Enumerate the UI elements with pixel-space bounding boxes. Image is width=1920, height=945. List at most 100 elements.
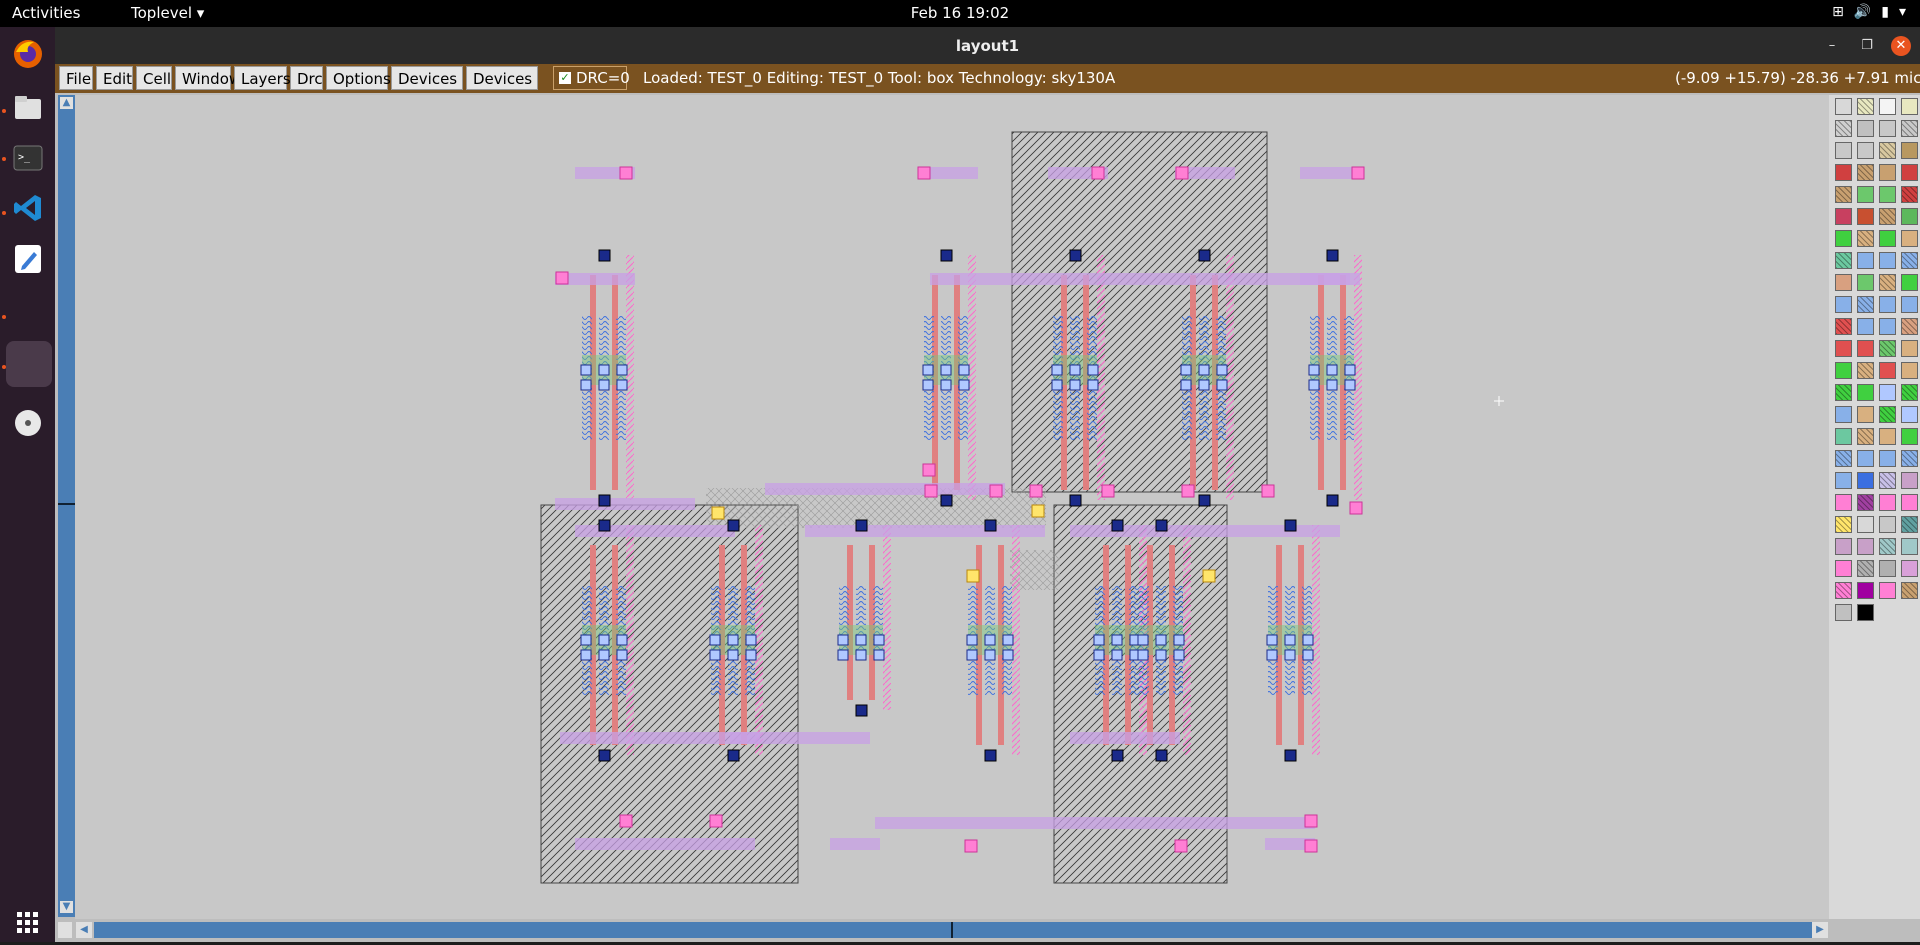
layer-palette[interactable] [1829,95,1920,919]
menu-edit[interactable]: Edit [96,66,133,90]
layer-swatch[interactable] [1901,318,1918,335]
layer-swatch[interactable] [1879,296,1896,313]
layer-swatch[interactable] [1901,516,1918,533]
layer-swatch[interactable] [1901,406,1918,423]
layer-swatch[interactable] [1879,428,1896,445]
layer-swatch[interactable] [1879,472,1896,489]
menu-devices-1[interactable]: Devices 1 [391,66,463,112]
layer-swatch[interactable] [1879,274,1896,291]
layer-swatch[interactable] [1879,340,1896,357]
layer-swatch[interactable] [1879,384,1896,401]
window-title-bar[interactable]: layout1 – ❐ ✕ [55,27,1920,64]
menu-window[interactable]: Window [175,66,241,90]
files-launcher[interactable] [6,85,50,129]
layer-swatch[interactable] [1879,208,1896,225]
layer-swatch[interactable] [1857,494,1874,511]
layer-swatch[interactable] [1835,406,1852,423]
text-editor-launcher[interactable] [6,237,50,281]
firefox-launcher[interactable] [6,32,50,76]
layer-swatch[interactable] [1901,450,1918,467]
layout-drawing-area[interactable] [75,95,1829,919]
minimize-button[interactable]: – [1822,36,1842,56]
layer-swatch[interactable] [1857,252,1874,269]
menu-drc[interactable]: Drc [290,66,323,90]
layer-swatch[interactable] [1901,384,1918,401]
layer-swatch[interactable] [1857,406,1874,423]
layer-swatch[interactable] [1857,604,1874,621]
layer-swatch[interactable] [1901,186,1918,203]
maximize-button[interactable]: ❐ [1857,36,1877,56]
layer-swatch[interactable] [1879,560,1896,577]
vscode-launcher[interactable] [6,186,50,230]
layer-swatch[interactable] [1901,230,1918,247]
layer-swatch[interactable] [1901,274,1918,291]
menu-file[interactable]: File [59,66,93,90]
scroll-thumb[interactable] [951,922,953,938]
layer-swatch[interactable] [1879,538,1896,555]
layer-swatch[interactable] [1857,142,1874,159]
layer-swatch[interactable] [1835,384,1852,401]
layer-swatch[interactable] [1879,450,1896,467]
layer-swatch[interactable] [1879,164,1896,181]
scroll-right-arrow-icon[interactable]: ▶ [1812,922,1828,938]
layer-swatch[interactable] [1879,142,1896,159]
layer-swatch[interactable] [1835,208,1852,225]
clock[interactable]: Feb 16 19:02 [0,4,1920,22]
layer-swatch[interactable] [1835,472,1852,489]
layer-swatch[interactable] [1857,208,1874,225]
layer-swatch[interactable] [1857,362,1874,379]
scroll-left-arrow-icon[interactable]: ◀ [76,922,92,938]
layer-swatch[interactable] [1835,230,1852,247]
layer-swatch[interactable] [1879,318,1896,335]
layer-swatch[interactable] [1857,98,1874,115]
layer-swatch[interactable] [1901,340,1918,357]
layer-swatch[interactable] [1879,406,1896,423]
layer-swatch[interactable] [1901,362,1918,379]
close-button[interactable]: ✕ [1891,36,1911,56]
layer-swatch[interactable] [1857,230,1874,247]
layer-swatch[interactable] [1857,450,1874,467]
layer-swatch[interactable] [1835,274,1852,291]
layer-swatch[interactable] [1879,516,1896,533]
layer-swatch[interactable] [1879,362,1896,379]
layer-swatch[interactable] [1901,428,1918,445]
layer-swatch[interactable] [1857,186,1874,203]
layer-swatch[interactable] [1901,252,1918,269]
layer-swatch[interactable] [1879,252,1896,269]
layer-swatch[interactable] [1857,472,1874,489]
layer-swatch[interactable] [1857,274,1874,291]
layer-swatch[interactable] [1901,538,1918,555]
layer-swatch[interactable] [1835,296,1852,313]
layer-swatch[interactable] [1879,120,1896,137]
layer-swatch[interactable] [1857,164,1874,181]
menu-options[interactable]: Options [326,66,391,90]
layer-swatch[interactable] [1857,516,1874,533]
layer-swatch[interactable] [1835,164,1852,181]
layer-swatch[interactable] [1901,472,1918,489]
layer-swatch[interactable] [1879,230,1896,247]
layer-swatch[interactable] [1857,560,1874,577]
layer-swatch[interactable] [1835,538,1852,555]
menu-cell[interactable]: Cell [136,66,172,90]
layer-swatch[interactable] [1835,142,1852,159]
layer-swatch[interactable] [1901,582,1918,599]
scroll-up-arrow-icon[interactable]: ▲ [60,97,73,109]
layer-swatch[interactable] [1835,318,1852,335]
layer-swatch[interactable] [1901,208,1918,225]
layer-swatch[interactable] [1879,186,1896,203]
layer-swatch[interactable] [1901,142,1918,159]
layer-swatch[interactable] [1857,120,1874,137]
layer-swatch[interactable] [1835,604,1852,621]
layer-swatch[interactable] [1835,428,1852,445]
menu-layers[interactable]: Layers [234,66,291,90]
layer-swatch[interactable] [1857,582,1874,599]
layer-swatch[interactable] [1901,164,1918,181]
layer-swatch[interactable] [1901,560,1918,577]
layer-swatch[interactable] [1857,296,1874,313]
disc-launcher[interactable] [6,401,50,445]
layer-swatch[interactable] [1857,428,1874,445]
layer-swatch[interactable] [1835,186,1852,203]
layer-swatch[interactable] [1857,318,1874,335]
horizontal-scrollbar[interactable] [94,922,1812,938]
layer-swatch[interactable] [1901,296,1918,313]
